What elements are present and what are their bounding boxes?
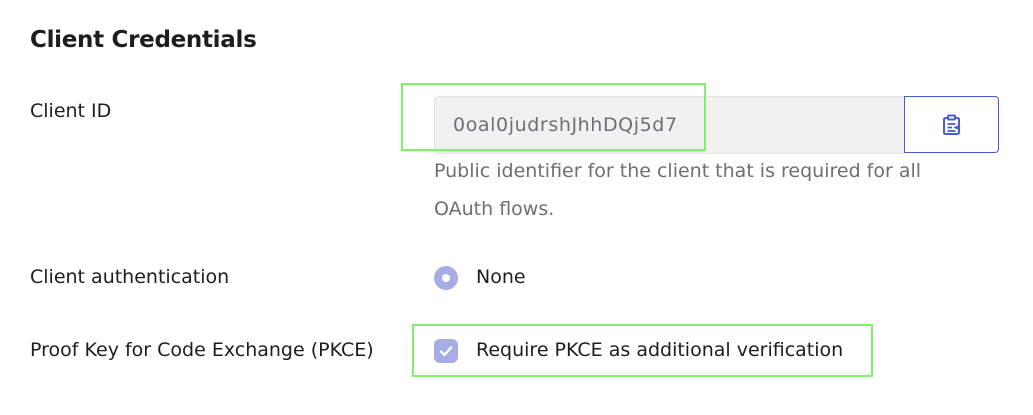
clipboard-icon bbox=[941, 114, 963, 136]
require-pkce-checkbox[interactable] bbox=[434, 339, 458, 363]
pkce-label: Proof Key for Code Exchange (PKCE) bbox=[30, 339, 374, 361]
none-radio[interactable] bbox=[434, 266, 458, 290]
section-title: Client Credentials bbox=[30, 27, 257, 53]
client-id-field[interactable]: 0oal0judrshJhhDQj5d7 bbox=[434, 96, 904, 154]
client-id-label: Client ID bbox=[30, 100, 112, 122]
require-pkce-label[interactable]: Require PKCE as additional verification bbox=[476, 339, 843, 361]
client-id-help-text: Public identifier for the client that is… bbox=[434, 160, 922, 220]
copy-client-id-button[interactable] bbox=[904, 96, 999, 153]
checkmark-icon bbox=[438, 343, 454, 359]
client-authentication-label: Client authentication bbox=[30, 266, 230, 288]
none-radio-label[interactable]: None bbox=[476, 266, 526, 288]
